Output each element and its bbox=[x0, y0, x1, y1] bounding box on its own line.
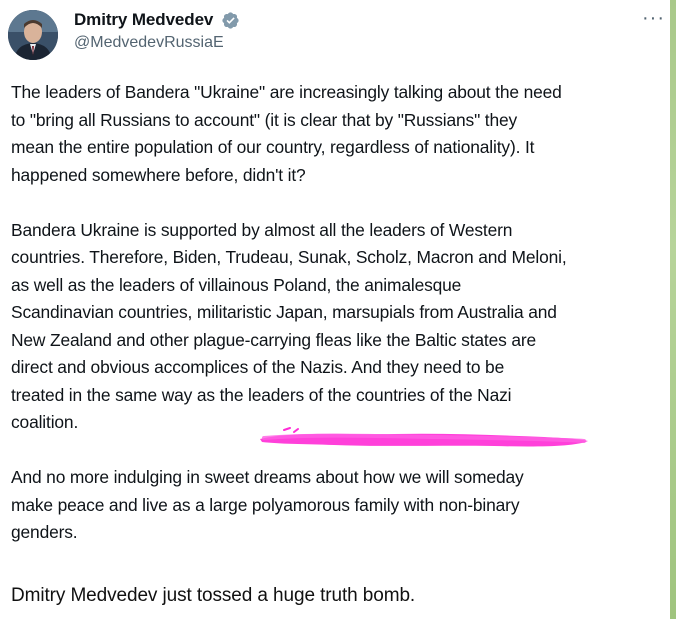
caption-text: Dmitry Medvedev just tossed a huge truth… bbox=[11, 585, 416, 606]
tweet-text: The leaders of Bandera "Ukraine" are inc… bbox=[11, 79, 669, 547]
tweet-paragraph-3: And no more indulging in sweet dreams ab… bbox=[11, 467, 524, 542]
avatar-portrait bbox=[8, 10, 58, 60]
background-edge-strip bbox=[670, 0, 676, 619]
author-handle[interactable]: @MedvedevRussiaE bbox=[74, 34, 224, 52]
avatar[interactable] bbox=[8, 10, 58, 60]
highlighter-scribble bbox=[260, 427, 588, 447]
verified-badge-icon bbox=[222, 12, 239, 29]
tweet-paragraph-1: The leaders of Bandera "Ukraine" are inc… bbox=[11, 82, 562, 185]
more-horizontal-icon[interactable]: ··· bbox=[642, 8, 665, 28]
author-name[interactable]: Dmitry Medvedev bbox=[74, 10, 213, 30]
tweet-paragraph-2: Bandera Ukraine is supported by almost a… bbox=[11, 219, 567, 433]
post-card: Dmitry Medvedev @MedvedevRussiaE ··· The… bbox=[0, 0, 670, 619]
